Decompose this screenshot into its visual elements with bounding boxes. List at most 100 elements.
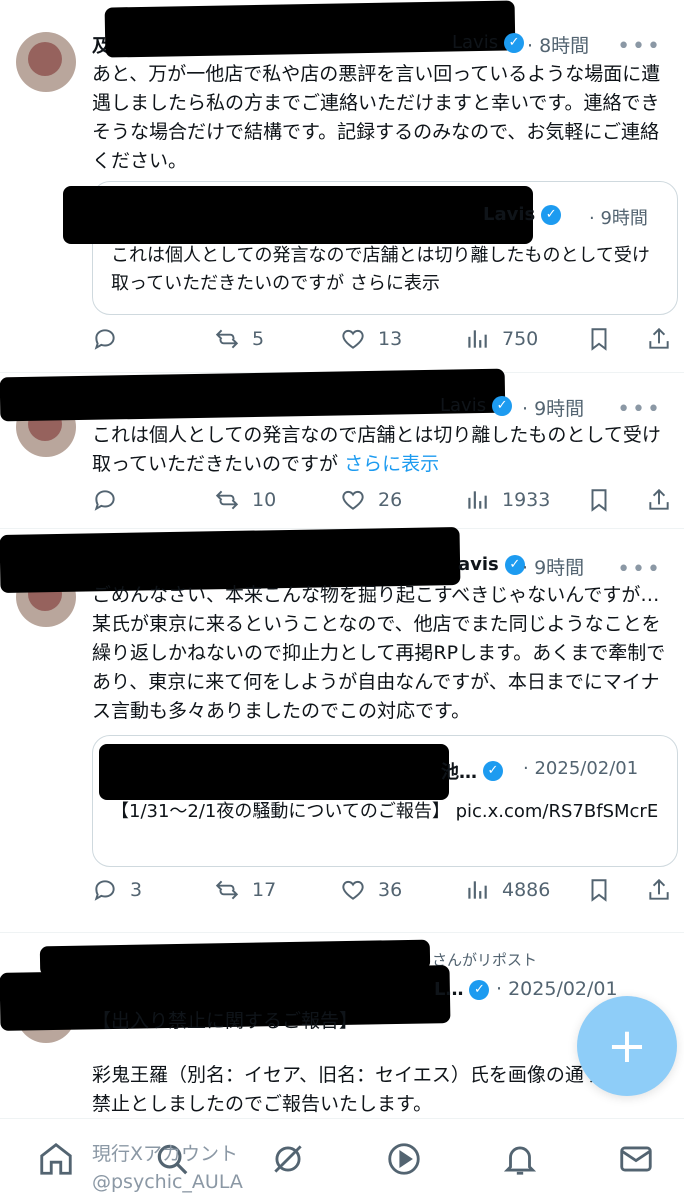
views-button[interactable]: 4886 (464, 877, 550, 903)
author-handle-tail: Lavis ✓ (440, 395, 518, 416)
heart-icon (342, 880, 364, 900)
views-count: 4886 (502, 879, 551, 901)
tab-messages[interactable] (616, 1139, 656, 1179)
repost-count: 5 (252, 328, 265, 350)
action-bar: 10 26 1933 (92, 487, 674, 523)
verified-badge-icon: ✓ (469, 979, 490, 1000)
like-button[interactable]: 13 (340, 326, 402, 352)
reply-button[interactable]: 3 (92, 877, 142, 903)
views-chart-icon (468, 330, 487, 348)
reply-icon (94, 490, 115, 511)
overlay-line-1: 現行Xアカウント (92, 1143, 239, 1165)
grok-icon (274, 1145, 302, 1173)
tweet-text: あと、万が一他店で私や店の悪評を言い回っているような場面に遭遇しましたら私の方ま… (92, 63, 661, 172)
views-count: 1933 (502, 489, 551, 511)
verified-badge-icon: ✓ (541, 204, 562, 225)
repost-count: 17 (252, 879, 277, 901)
play-icon (388, 1143, 420, 1175)
overlay-line-2: @psychic_AULA (92, 1171, 243, 1193)
redaction (0, 368, 506, 422)
share-icon (649, 327, 669, 349)
repost-icon (215, 490, 239, 510)
tweet-3[interactable]: avis ✓ · 9時間 ••• ごめんなさい、本来こんな物を掘り起こすべきじゃ… (0, 526, 684, 929)
tweet-2[interactable]: Lavis ✓ · 9時間 ••• これは個人としての発言なので店舗とは切り離し… (0, 368, 684, 523)
tweet-time[interactable]: · 9時間 (522, 553, 584, 580)
views-button[interactable]: 1933 (464, 487, 550, 513)
bookmark-icon (591, 489, 607, 512)
share-icon (649, 488, 669, 510)
like-count: 26 (378, 489, 403, 511)
like-button[interactable]: 36 (340, 877, 402, 903)
like-count: 13 (378, 328, 403, 350)
share-button[interactable] (646, 877, 672, 903)
quoted-time: · 2025/02/01 (523, 758, 639, 779)
tweet-time[interactable]: · 8時間 (527, 31, 589, 58)
redaction (63, 186, 533, 244)
more-options-icon[interactable]: ••• (617, 399, 662, 421)
repost-label: さんがリポスト (432, 951, 538, 969)
verified-badge-icon: ✓ (504, 32, 525, 53)
repost-count: 10 (252, 489, 277, 511)
repost-icon (215, 329, 239, 349)
more-options-icon[interactable]: ••• (617, 559, 662, 581)
quoted-text: 【1/31〜2/1夜の騒動についてのご報告】 pic.x.com/RS7BfSM… (111, 801, 659, 822)
tab-grok[interactable] (268, 1139, 308, 1179)
like-count: 36 (378, 879, 403, 901)
tweet-text: ごめんなさい、本来こんな物を掘り起こすべきじゃないんですが…某氏が東京に来るとい… (92, 584, 666, 722)
overlay-caption: 現行Xアカウント @psychic_AULA (92, 1140, 243, 1196)
author-handle-tail: Lavis ✓ (452, 32, 530, 53)
repost-button[interactable]: 5 (214, 326, 264, 352)
quoted-time: · 9時間 (589, 208, 648, 229)
heart-icon (342, 329, 364, 349)
reply-button[interactable] (92, 326, 118, 352)
repost-button[interactable]: 17 (214, 877, 276, 903)
bookmark-icon (591, 879, 607, 902)
repost-icon (215, 880, 239, 900)
bookmark-button[interactable] (586, 487, 612, 513)
bookmark-button[interactable] (586, 877, 612, 903)
quoted-author: 池… ✓ (441, 758, 509, 784)
reply-icon (94, 329, 115, 350)
verified-badge-icon: ✓ (492, 395, 513, 416)
action-bar: 5 13 750 (92, 326, 674, 362)
tab-notifications[interactable] (500, 1139, 540, 1179)
quoted-tweet[interactable]: Lavis ✓ · 9時間 これは個人としての発言なので店舗とは切り離したものと… (63, 181, 678, 315)
tweet-1[interactable]: 及川遙月 Lavis ✓ · 8時間 ••• あと、万が一他店で私や店の悪評を言… (0, 0, 684, 370)
views-count: 750 (502, 328, 539, 350)
reply-count: 3 (130, 879, 143, 901)
verified-badge-icon: ✓ (483, 761, 503, 781)
mail-icon (620, 1146, 652, 1172)
tweet-text: これは個人としての発言なので店舗とは切り離したものとして受け取っていただきたいの… (92, 424, 661, 475)
share-button[interactable] (646, 326, 672, 352)
avatar[interactable] (16, 32, 76, 92)
reply-icon (94, 880, 115, 901)
share-icon (649, 878, 669, 900)
show-more-link[interactable]: さらに表示 (350, 273, 440, 294)
tab-video[interactable] (384, 1139, 424, 1179)
share-button[interactable] (646, 487, 672, 513)
like-button[interactable]: 26 (340, 487, 402, 513)
bookmark-icon (591, 328, 607, 351)
views-button[interactable]: 750 (464, 326, 538, 352)
quoted-text: これは個人としての発言なので店舗とは切り離したものとして受け取っていただきたいの… (111, 245, 650, 294)
tweet-time[interactable]: · 9時間 (522, 394, 584, 421)
bookmark-button[interactable] (586, 326, 612, 352)
heart-icon (342, 490, 364, 510)
views-chart-icon (468, 491, 487, 509)
repost-button[interactable]: 10 (214, 487, 276, 513)
more-options-icon[interactable]: ••• (617, 36, 662, 58)
reply-button[interactable] (92, 487, 118, 513)
bell-icon (503, 1146, 537, 1175)
compose-button[interactable]: + (577, 996, 677, 1096)
quoted-tweet[interactable]: 池… ✓ · 2025/02/01 【1/31〜2/1夜の騒動についてのご報告】… (92, 735, 678, 867)
redaction (99, 744, 449, 800)
quoted-author: Lavis ✓ (483, 204, 567, 225)
author-handle-tail: avis ✓ (458, 554, 531, 575)
home-icon (40, 1142, 72, 1175)
views-chart-icon (468, 881, 487, 899)
tweet-time[interactable]: · 2025/02/01 (496, 978, 618, 1000)
action-bar: 3 17 36 4886 (92, 877, 674, 913)
tab-home[interactable] (36, 1139, 76, 1179)
author-handle-tail: L… ✓ (434, 979, 495, 1000)
show-more-link[interactable]: さらに表示 (344, 453, 439, 475)
